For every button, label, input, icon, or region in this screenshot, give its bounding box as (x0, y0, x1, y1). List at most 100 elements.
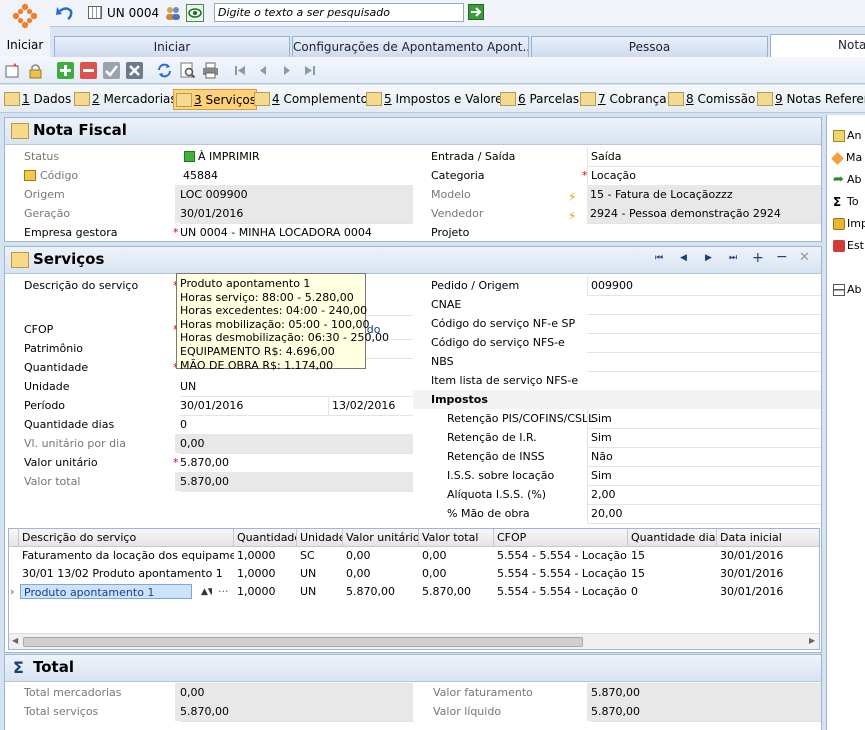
scroll-thumb[interactable] (23, 637, 583, 647)
start-label: Iniciar (6, 38, 44, 52)
tab-complemento[interactable]: 4 Complemento (252, 89, 368, 110)
next-icon[interactable]: ▶ (705, 253, 712, 263)
last-record-icon[interactable] (301, 62, 318, 79)
tag-icon (831, 151, 844, 165)
tab-configuracoes[interactable]: Configurações de Apontamento Apont... (292, 36, 529, 57)
item-lista-servico-input[interactable] (587, 371, 821, 372)
cancel-icon[interactable] (126, 62, 143, 79)
col-unidade[interactable]: Unidade (297, 529, 343, 547)
field-valor-total: Valor total 5.870,00 (5, 472, 413, 492)
print-icon[interactable] (202, 62, 219, 79)
col-quantidade[interactable]: Quantidade (234, 529, 297, 547)
prev-record-icon[interactable] (255, 62, 272, 79)
action-abrir[interactable]: ➦ Ab (833, 173, 862, 186)
confirm-icon[interactable] (103, 62, 120, 79)
unidade-input[interactable]: UN (180, 377, 413, 397)
ellipsis-icon[interactable]: ··· (215, 583, 231, 601)
unit-selector[interactable]: UN 0004 (107, 6, 159, 20)
lock-icon[interactable] (27, 62, 44, 79)
retencao-pis-select[interactable]: Sim (587, 409, 821, 429)
scroll-left-icon[interactable]: ◀ (12, 636, 18, 645)
col-valor-total[interactable]: Valor total (419, 529, 494, 547)
col-cfop[interactable]: CFOP (494, 529, 628, 547)
col-data-inicial[interactable]: Data inicial (717, 529, 819, 547)
periodo-inicio-input[interactable]: 30/01/2016 (180, 396, 328, 416)
service-tooltip: Produto apontamento 1 Horas serviço: 88:… (176, 273, 389, 372)
field-empresa-gestora: Empresa gestora * UN 0004 - MINHA LOCADO… (5, 223, 413, 243)
search-go-icon[interactable] (468, 4, 484, 20)
tab-pessoa[interactable]: Pessoa (531, 36, 768, 57)
action-totais[interactable]: Σ To (833, 195, 859, 208)
cell: 30/01/2016 (720, 567, 784, 580)
tab-dados[interactable]: 1 Dados (2, 89, 71, 110)
tab-mercadorias[interactable]: 2 Mercadorias (72, 89, 177, 110)
iss-locacao-select[interactable]: Sim (587, 466, 821, 486)
forward-arrow-icon: ➦ (833, 172, 844, 187)
attachment-icon (833, 130, 845, 142)
nbs-input[interactable] (587, 352, 821, 353)
view-icon[interactable] (186, 4, 204, 22)
col-quantidade-dias[interactable]: Quantidade dias (628, 529, 717, 547)
tab-parcelas[interactable]: 6 Parcelas (498, 89, 579, 110)
tab-servicos[interactable]: 3 Serviços (173, 89, 258, 110)
categoria-select[interactable]: Locação (587, 166, 821, 186)
users-icon[interactable] (164, 5, 182, 21)
table-icon (254, 92, 270, 106)
refresh-icon[interactable] (156, 62, 173, 79)
action-abrir-hierarquia[interactable]: Ab (833, 283, 862, 296)
retencao-inss-select[interactable]: Não (587, 447, 821, 467)
col-valor-unitario[interactable]: Valor unitário (343, 529, 419, 547)
preview-icon[interactable] (179, 62, 196, 79)
undo-red-icon (833, 240, 845, 252)
prev-icon[interactable]: ◀ (680, 253, 687, 263)
close-icon[interactable]: ✕ (799, 250, 810, 265)
codigo-servico-nfse-input[interactable] (587, 333, 821, 334)
start-button[interactable]: Iniciar (0, 0, 50, 57)
tab-comissao[interactable]: 8 Comissão (666, 89, 755, 110)
retencao-ir-select[interactable]: Sim (587, 428, 821, 448)
tooltip-line: MÃO DE OBRA R$: 1.174,00 (180, 358, 334, 372)
tab-nota[interactable]: Nota (770, 34, 865, 57)
empresa-gestora-input[interactable]: UN 0004 - MINHA LOCADORA 0004 (180, 223, 413, 243)
aliquota-iss-input[interactable]: 2,00 (587, 485, 821, 505)
edit-code-icon[interactable] (24, 170, 36, 181)
action-imprimir[interactable]: Imp (833, 217, 865, 230)
next-record-icon[interactable] (278, 62, 295, 79)
calendar-icon[interactable] (88, 6, 102, 19)
tab-notas-referenciadas[interactable]: 9 Notas Referenc (755, 89, 865, 110)
tooltip-line: Horas serviço: 88:00 - 5.280,00 (180, 290, 354, 304)
add-item-icon[interactable]: + (752, 250, 764, 266)
cell: 5.870,00 (346, 585, 395, 598)
action-estornar[interactable]: Est (833, 239, 864, 252)
geracao-value: 30/01/2016 (180, 204, 413, 224)
undo-icon[interactable] (56, 5, 74, 21)
last-icon[interactable]: ⏭ (729, 253, 737, 263)
field-retencao-inss: Retenção de INSS Não (413, 447, 821, 467)
mao-de-obra-input[interactable]: 20,00 (587, 504, 821, 524)
scroll-right-icon[interactable]: ▶ (809, 636, 815, 645)
add-icon[interactable] (57, 62, 74, 79)
tab-iniciar[interactable]: Iniciar (54, 36, 290, 57)
remove-item-icon[interactable]: − (776, 249, 788, 265)
tab-impostos-valores[interactable]: 5 Impostos e Valores (364, 89, 509, 110)
col-descricao[interactable]: Descrição do serviço (19, 529, 234, 547)
periodo-fim-input[interactable]: 13/02/2016 (328, 396, 413, 416)
first-record-icon[interactable] (232, 62, 249, 79)
spin-icon[interactable]: ▲▼ (198, 583, 212, 601)
field-valor-liquido: Valor líquido 5.870,00 (413, 702, 821, 722)
cell-editor[interactable]: Produto apontamento 1 (20, 584, 192, 599)
tab-cobranca[interactable]: 7 Cobrança (578, 89, 667, 110)
quantidade-dias-input[interactable]: 0 (180, 415, 413, 435)
action-anexo[interactable]: An (833, 129, 862, 142)
new-icon[interactable] (4, 62, 21, 79)
projeto-input[interactable] (587, 223, 821, 224)
entrada-saida-select[interactable]: Saída (587, 147, 821, 167)
remove-icon[interactable] (80, 62, 97, 79)
codigo-servico-sp-input[interactable] (587, 314, 821, 315)
search-input[interactable]: Digite o texto a ser pesquisado (214, 3, 464, 22)
horizontal-scrollbar[interactable]: ◀ ▶ (9, 633, 819, 649)
cnae-input[interactable] (587, 295, 821, 296)
action-marcador[interactable]: Ma (831, 151, 862, 165)
valor-unitario-input[interactable]: 5.870,00 (180, 453, 413, 473)
first-icon[interactable]: ⏮ (655, 253, 663, 263)
